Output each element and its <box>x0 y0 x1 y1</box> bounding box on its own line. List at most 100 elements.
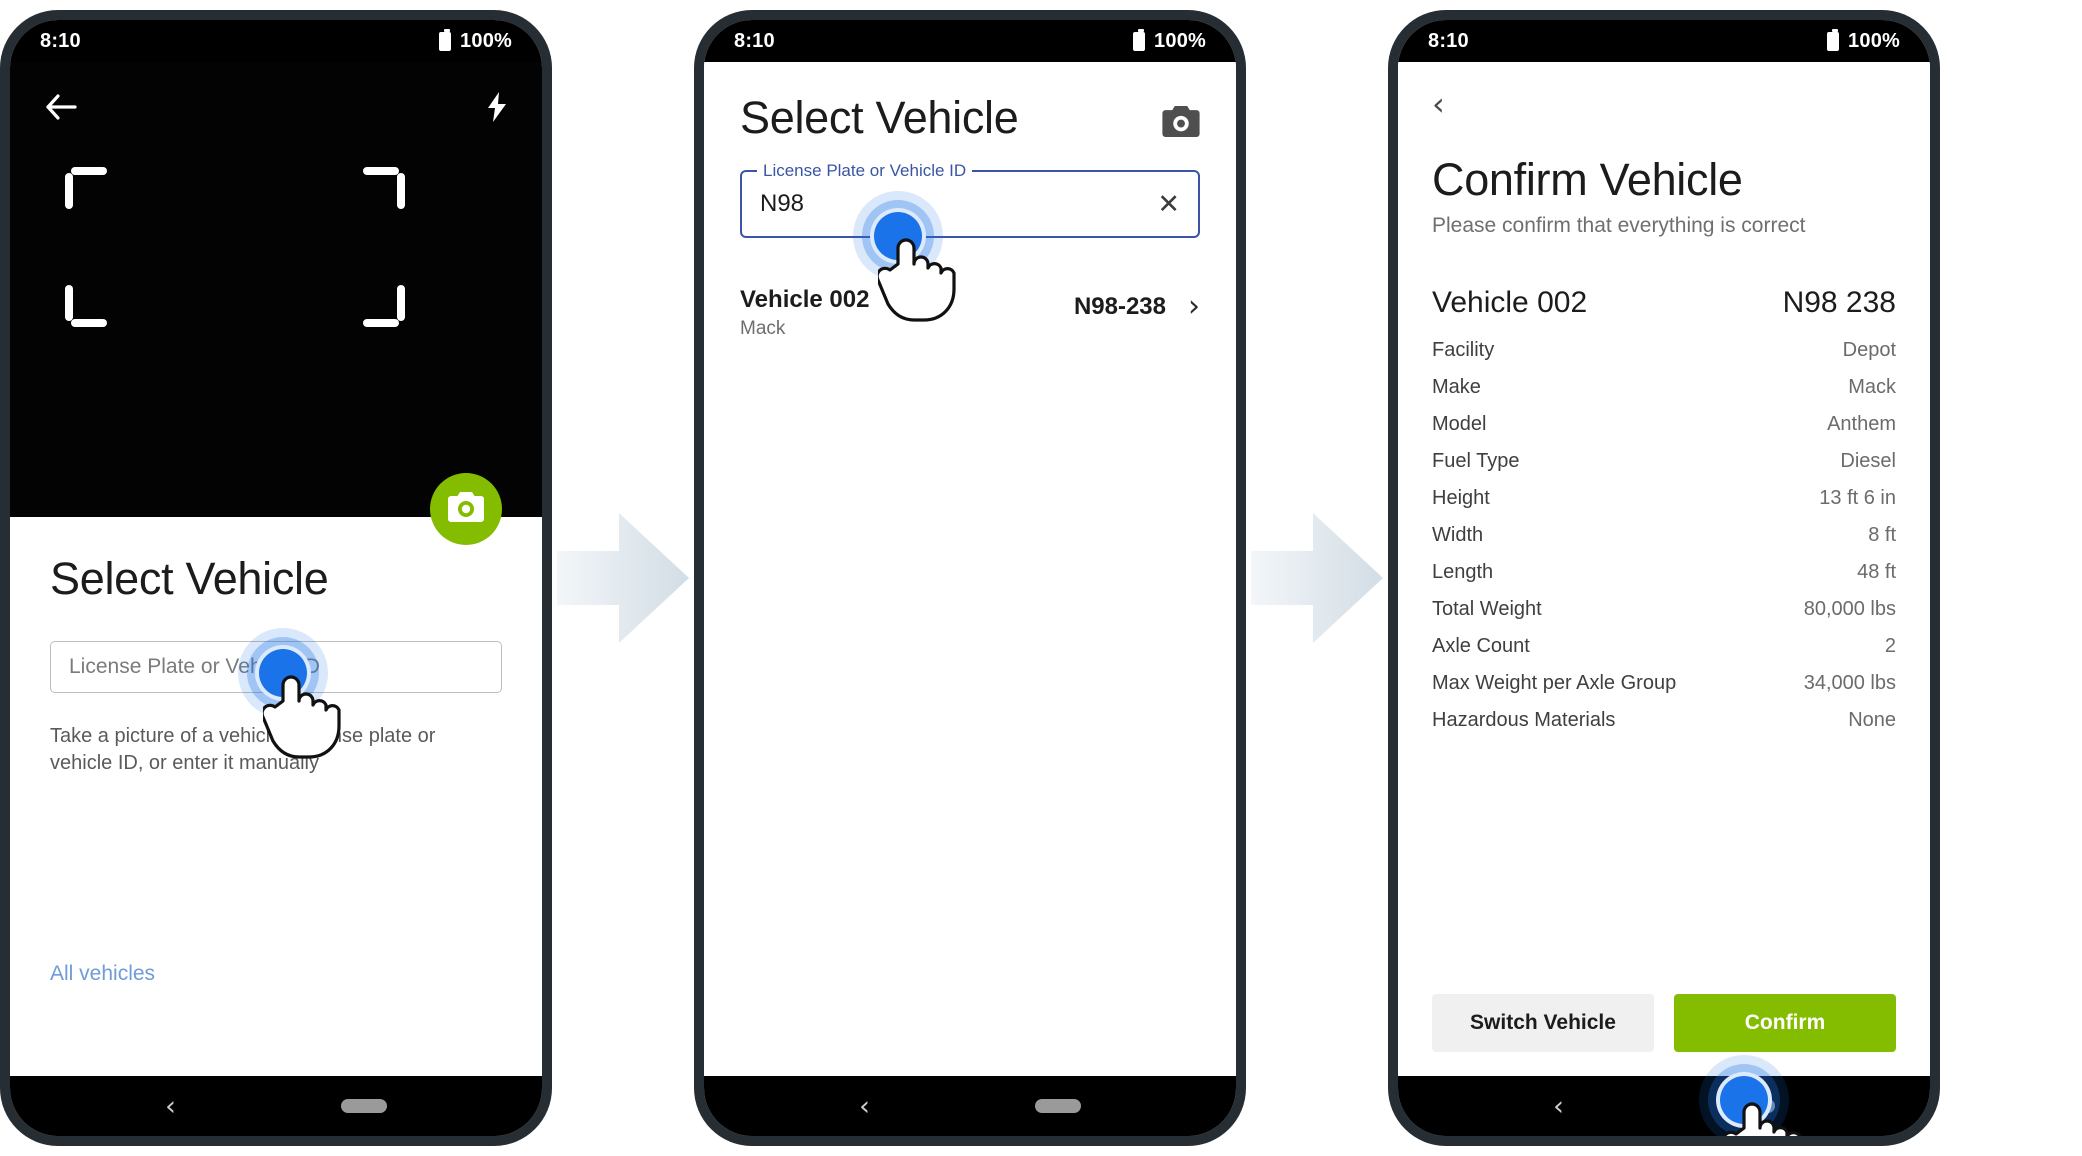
all-vehicles-link[interactable]: All vehicles <box>50 962 155 986</box>
screen-confirm-vehicle: 8:10 100% ‹ Confirm Vehicle Please confi… <box>1398 20 1930 1136</box>
phone-frame-3: 8:10 100% ‹ Confirm Vehicle Please confi… <box>1388 10 1940 1146</box>
detail-value: Anthem <box>1827 413 1896 435</box>
close-icon[interactable]: ✕ <box>1157 191 1180 218</box>
detail-label: Total Weight <box>1432 598 1542 620</box>
detail-row: Total Weight 80,000 lbs <box>1432 591 1896 628</box>
vehicle-identity: Vehicle 002 Mack <box>740 286 869 340</box>
list-item[interactable]: Vehicle 002 Mack N98-238 › <box>740 286 1200 340</box>
status-bar: 8:10 100% <box>10 20 542 62</box>
vehicle-plate: N98 238 <box>1782 286 1896 319</box>
search-input[interactable]: License Plate or Vehicle ID <box>50 641 502 693</box>
detail-label: Hazardous Materials <box>1432 709 1616 731</box>
detail-label: Model <box>1432 413 1487 435</box>
action-bar: Switch Vehicle Confirm <box>1432 994 1896 1052</box>
detail-label: Facility <box>1432 339 1495 361</box>
page-title: Select Vehicle <box>740 92 1019 143</box>
detail-row: Hazardous Materials None <box>1432 702 1896 739</box>
detail-value: 48 ft <box>1857 561 1896 583</box>
home-pill-icon[interactable] <box>1728 1099 1775 1113</box>
detail-row: Facility Depot <box>1432 332 1896 369</box>
status-time: 8:10 <box>1428 29 1469 52</box>
battery-percent: 100% <box>460 29 512 52</box>
arrow-back-icon[interactable] <box>44 93 78 126</box>
detail-value: 80,000 lbs <box>1803 598 1896 620</box>
camera-viewfinder[interactable] <box>10 62 542 545</box>
detail-value: Diesel <box>1840 450 1896 472</box>
detail-row: Axle Count 2 <box>1432 628 1896 665</box>
switch-vehicle-button[interactable]: Switch Vehicle <box>1432 994 1654 1052</box>
detail-row: Fuel Type Diesel <box>1432 443 1896 480</box>
detail-value: 13 ft 6 in <box>1819 487 1896 509</box>
detail-label: Max Weight per Axle Group <box>1432 672 1677 694</box>
detail-label: Length <box>1432 561 1494 583</box>
camera-icon[interactable] <box>1162 92 1200 142</box>
chevron-back-icon[interactable]: ‹ <box>165 1093 176 1120</box>
android-nav-bar: ‹ <box>1398 1076 1930 1136</box>
camera-icon <box>448 491 484 527</box>
flow-arrow-right-icon-2 <box>1251 503 1383 653</box>
battery-percent: 100% <box>1154 29 1206 52</box>
select-vehicle-sheet: Select Vehicle License Plate or Vehicle … <box>10 517 542 1076</box>
detail-value: Depot <box>1842 339 1896 361</box>
search-input[interactable]: License Plate or Vehicle ID N98 ✕ <box>740 161 1200 238</box>
search-header: Select Vehicle <box>740 92 1200 144</box>
detail-value: None <box>1848 709 1896 731</box>
home-pill-icon[interactable] <box>1034 1099 1081 1113</box>
vehicle-name: Vehicle 002 <box>1432 286 1588 319</box>
detail-value: 8 ft <box>1868 524 1896 546</box>
page-title: Select Vehicle <box>50 553 329 604</box>
phone-frame-2: 8:10 100% Select Vehicle License Plate o… <box>694 10 1246 1146</box>
detail-value: Mack <box>1848 376 1896 398</box>
three-screen-flow: 8:10 100% Select Vehicle License Plate o… <box>0 0 2082 1156</box>
vehicle-name: Vehicle 002 <box>740 286 870 313</box>
status-time: 8:10 <box>734 29 775 52</box>
confirm-button[interactable]: Confirm <box>1674 994 1896 1052</box>
detail-value: 34,000 lbs <box>1803 672 1896 694</box>
detail-label: Width <box>1432 524 1484 546</box>
chevron-right-icon[interactable]: › <box>1188 292 1200 322</box>
detail-label: Make <box>1432 376 1481 398</box>
detail-row: Width 8 ft <box>1432 517 1896 554</box>
search-input-placeholder: License Plate or Vehicle ID <box>69 655 320 678</box>
detail-label: Height <box>1432 487 1490 509</box>
search-input-label: License Plate or Vehicle ID <box>757 161 973 181</box>
camera-toolbar <box>10 92 542 127</box>
vehicle-plate-group: N98-238 › <box>1074 286 1200 322</box>
confirm-vehicle-body: ‹ Confirm Vehicle Please confirm that ev… <box>1398 62 1930 1136</box>
vehicle-search-body: Select Vehicle License Plate or Vehicle … <box>704 62 1236 1076</box>
vehicle-make: Mack <box>740 318 786 339</box>
status-bar: 8:10 100% <box>704 20 1236 62</box>
detail-row: Make Mack <box>1432 369 1896 406</box>
detail-row: Height 13 ft 6 in <box>1432 480 1896 517</box>
status-right: 100% <box>439 28 512 53</box>
detail-value: 2 <box>1884 635 1896 657</box>
battery-full-icon <box>439 28 452 51</box>
page-title: Confirm Vehicle <box>1432 154 1743 205</box>
status-right: 100% <box>1133 28 1206 53</box>
helper-text: Take a picture of a vehicle’s license pl… <box>50 725 436 774</box>
chevron-back-icon[interactable]: ‹ <box>1553 1093 1564 1120</box>
vehicle-detail-list: Facility Depot Make Mack Model Anthem Fuel Typ… <box>1432 332 1896 739</box>
page-subtitle: Please confirm that everything is correc… <box>1432 214 1806 237</box>
flash-icon[interactable] <box>486 92 508 127</box>
vehicle-summary: Vehicle 002 N98 238 <box>1432 286 1896 320</box>
screen-camera-capture: 8:10 100% Select Vehicle License Plate o… <box>10 20 542 1136</box>
status-time: 8:10 <box>40 29 81 52</box>
android-nav-bar: ‹ <box>10 1076 542 1136</box>
search-input-value: N98 <box>760 190 805 217</box>
chevron-back-icon[interactable]: ‹ <box>859 1093 870 1120</box>
home-pill-icon[interactable] <box>340 1099 387 1113</box>
battery-percent: 100% <box>1848 29 1900 52</box>
detail-row: Max Weight per Axle Group 34,000 lbs <box>1432 665 1896 702</box>
status-right: 100% <box>1827 28 1900 53</box>
vehicle-plate: N98-238 <box>1073 293 1166 320</box>
detail-row: Model Anthem <box>1432 406 1896 443</box>
scan-frame-icon <box>65 167 405 327</box>
android-nav-bar: ‹ <box>704 1076 1236 1136</box>
camera-shutter-button[interactable] <box>430 473 502 545</box>
status-bar: 8:10 100% <box>1398 20 1930 62</box>
detail-label: Fuel Type <box>1432 450 1520 472</box>
battery-full-icon <box>1827 28 1840 51</box>
chevron-left-icon[interactable]: ‹ <box>1432 88 1896 120</box>
flow-arrow-right-icon-1 <box>557 503 689 653</box>
